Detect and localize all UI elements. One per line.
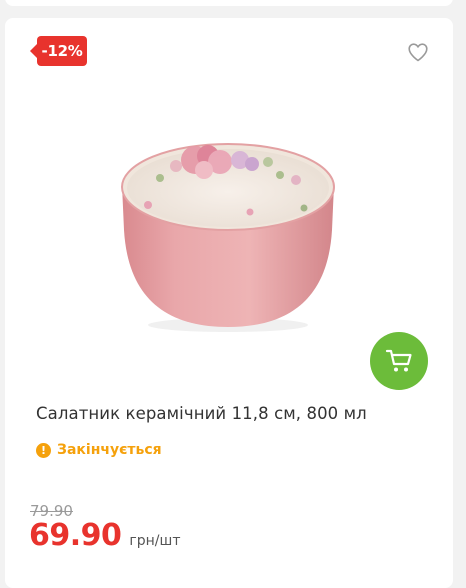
warning-icon: ! [36, 442, 51, 458]
product-image[interactable] [100, 120, 356, 335]
heart-outline-icon[interactable] [406, 40, 430, 64]
shopping-cart-icon [385, 349, 412, 372]
stock-status-label: Закінчується [57, 442, 162, 458]
price-row: 69.90 грн/шт [29, 518, 180, 553]
discount-badge: -12% [30, 36, 87, 66]
price-unit: грн/шт [129, 533, 181, 549]
previous-card-edge [5, 0, 453, 6]
current-price: 69.90 [29, 518, 122, 553]
add-to-cart-button[interactable] [370, 332, 428, 390]
product-title[interactable]: Салатник керамічний 11,8 см, 800 мл [36, 404, 367, 423]
stock-status: ! Закінчується [36, 440, 162, 460]
